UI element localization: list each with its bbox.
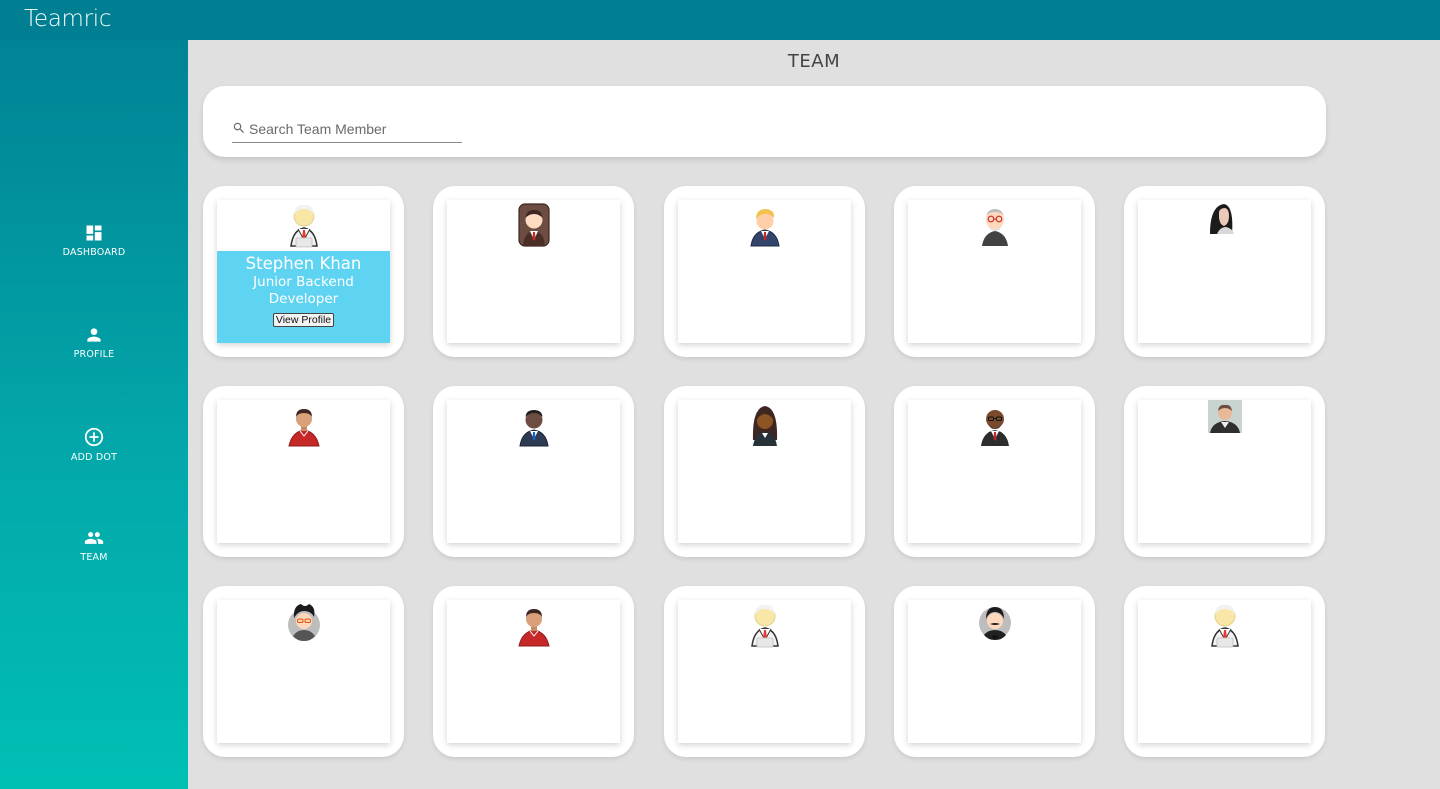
member-card[interactable]	[433, 186, 634, 357]
page-title: TEAM	[787, 51, 841, 72]
main-content: TEAM Stephen Khan Junior Backend Develop…	[188, 40, 1440, 789]
bald-man-glasses-avatar-icon[interactable]	[978, 400, 1012, 448]
member-card-inner	[908, 400, 1081, 543]
member-card[interactable]	[203, 586, 404, 757]
man-red-shirt-avatar-icon[interactable]	[517, 600, 551, 648]
man-photo-avatar-icon[interactable]	[1208, 400, 1242, 448]
member-card[interactable]	[664, 386, 865, 557]
add-circle-icon	[84, 427, 104, 447]
member-card[interactable]	[203, 386, 404, 557]
sidebar-item-team[interactable]: TEAM	[0, 528, 188, 563]
member-card-inner	[678, 600, 851, 743]
search-input[interactable]	[249, 119, 459, 139]
group-icon	[84, 532, 104, 544]
member-card-inner	[447, 400, 620, 543]
member-card[interactable]	[664, 186, 865, 357]
member-info-panel: Stephen Khan Junior Backend Developer Vi…	[217, 251, 390, 343]
top-app-bar: Teamric	[0, 0, 1440, 40]
member-card-inner	[678, 400, 851, 543]
member-card-inner	[217, 600, 390, 743]
person-icon	[87, 328, 101, 342]
member-card[interactable]	[894, 186, 1095, 357]
member-role: Junior Backend Developer	[253, 274, 354, 307]
member-card-inner	[447, 200, 620, 343]
view-profile-button[interactable]: View Profile	[272, 313, 335, 327]
woman-dark-hair-avatar-icon[interactable]	[748, 400, 782, 448]
member-card[interactable]	[664, 586, 865, 757]
app-brand[interactable]: Teamric	[24, 6, 111, 32]
member-card[interactable]	[1124, 186, 1325, 357]
member-card-inner	[1138, 600, 1311, 743]
businessman-avatar-icon[interactable]	[748, 600, 782, 648]
member-card-inner	[1138, 200, 1311, 343]
sidebar-item-label: DASHBOARD	[62, 247, 126, 258]
sidebar-item-label: TEAM	[80, 552, 108, 563]
sidebar-item-label: ADD DOT	[70, 452, 118, 463]
sidebar-item-label: PROFILE	[73, 349, 115, 360]
member-card-inner	[1138, 400, 1311, 543]
member-card[interactable]: Stephen Khan Junior Backend Developer Vi…	[203, 186, 404, 357]
blonde-man-suit-avatar-icon[interactable]	[748, 200, 782, 248]
sidebar-item-add-dot[interactable]: ADD DOT	[0, 426, 188, 463]
man-mustache-avatar-icon[interactable]	[978, 600, 1012, 648]
member-card-inner	[908, 200, 1081, 343]
member-card[interactable]	[1124, 386, 1325, 557]
businessman-avatar-icon[interactable]	[287, 200, 321, 248]
member-card-inner: Stephen Khan Junior Backend Developer Vi…	[217, 200, 390, 343]
member-card[interactable]	[894, 586, 1095, 757]
man-on-chair-avatar-icon[interactable]	[517, 200, 551, 248]
old-man-glasses-avatar-icon[interactable]	[978, 200, 1012, 248]
search-card	[203, 86, 1326, 157]
man-glasses-hair-avatar-icon[interactable]	[287, 600, 321, 648]
member-card[interactable]	[1124, 586, 1325, 757]
sidebar: DASHBOARD PROFILE ADD DOT TEAM	[0, 0, 188, 789]
woman-photo-avatar-icon[interactable]	[1208, 200, 1242, 248]
member-card-inner	[217, 400, 390, 543]
dashboard-icon	[86, 225, 102, 241]
man-red-shirt-avatar-icon[interactable]	[287, 400, 321, 448]
sidebar-item-profile[interactable]: PROFILE	[0, 325, 188, 360]
member-card-inner	[908, 600, 1081, 743]
member-card[interactable]	[433, 386, 634, 557]
businessman-avatar-icon[interactable]	[1208, 600, 1242, 648]
member-card[interactable]	[433, 586, 634, 757]
search-field	[232, 119, 462, 143]
member-name: Stephen Khan	[245, 254, 362, 273]
member-card[interactable]	[894, 386, 1095, 557]
sidebar-item-dashboard[interactable]: DASHBOARD	[0, 223, 188, 258]
member-card-inner	[447, 600, 620, 743]
search-icon	[233, 122, 244, 133]
man-dark-suit-avatar-icon[interactable]	[517, 400, 551, 448]
member-card-inner	[678, 200, 851, 343]
